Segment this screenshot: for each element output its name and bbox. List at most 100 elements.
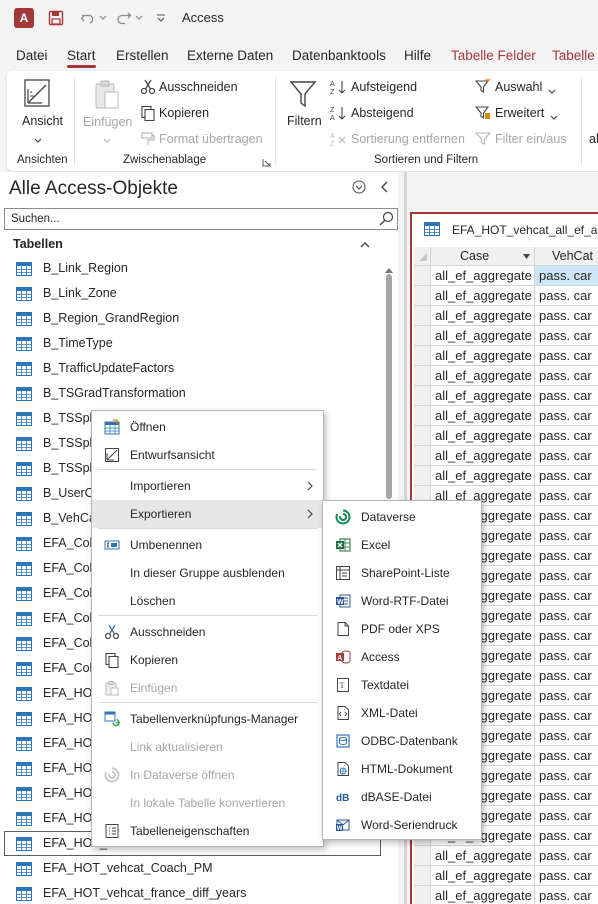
row-selector[interactable]	[414, 466, 431, 486]
cell-vehcat[interactable]: pass. car	[535, 726, 598, 746]
export-item-pdf-oder-xps[interactable]: PDF oder XPS	[323, 615, 481, 643]
tab-datei[interactable]: Datei	[16, 48, 48, 63]
cell-vehcat[interactable]: pass. car	[535, 626, 598, 646]
sort-ascending-icon[interactable]: AZ	[330, 79, 348, 98]
view-icon[interactable]	[22, 77, 52, 112]
cell-vehcat[interactable]: pass. car	[535, 686, 598, 706]
tab-tabelle[interactable]: Tabelle	[552, 48, 595, 63]
copy-icon[interactable]	[140, 105, 156, 124]
menu-item-tabelleneigenschaften[interactable]: Tabelleneigenschaften	[92, 817, 323, 845]
row-selector[interactable]	[414, 266, 431, 286]
save-icon[interactable]	[46, 8, 66, 28]
section-header-tabellen[interactable]: Tabellen	[13, 237, 63, 251]
nav-menu-dropdown-icon[interactable]	[352, 180, 366, 197]
cell-case[interactable]: all_ef_aggregate	[431, 446, 535, 466]
nav-table-item[interactable]: B_TrafficUpdateFactors	[0, 356, 382, 381]
menu-item-löschen[interactable]: Löschen	[92, 587, 323, 615]
nav-pane-title[interactable]: Alle Access-Objekte	[9, 178, 178, 200]
scroll-thumb[interactable]	[386, 274, 392, 499]
cell-case[interactable]: all_ef_aggregate	[431, 886, 535, 904]
selection-button[interactable]: Auswahl	[495, 80, 542, 94]
search-icon[interactable]	[378, 211, 394, 230]
menu-item-importieren[interactable]: Importieren	[92, 472, 323, 500]
nav-table-item[interactable]: B_TimeType	[0, 331, 382, 356]
selection-filter-icon[interactable]	[474, 78, 491, 97]
filter-button-label[interactable]: Filtern	[287, 114, 322, 128]
table-row[interactable]: all_ef_aggregate pass. car	[414, 386, 598, 406]
cell-vehcat[interactable]: pass. car	[535, 646, 598, 666]
cell-vehcat[interactable]: pass. car	[535, 826, 598, 846]
column-header-vehcat[interactable]: VehCat	[535, 247, 598, 266]
table-row[interactable]: all_ef_aggregate pass. car	[414, 446, 598, 466]
cell-vehcat[interactable]: pass. car	[535, 326, 598, 346]
row-selector[interactable]	[414, 406, 431, 426]
tab-hilfe[interactable]: Hilfe	[404, 48, 431, 63]
search-input[interactable]: Suchen...	[4, 208, 398, 230]
row-selector[interactable]	[414, 326, 431, 346]
nav-table-item[interactable]: EFA_HOT_vehcat_Coach_PM	[0, 856, 382, 881]
row-selector[interactable]	[414, 886, 431, 904]
column-header-case[interactable]: Case	[431, 247, 535, 266]
export-item-word-seriendruck[interactable]: W Word-Seriendruck	[323, 811, 481, 839]
cell-vehcat[interactable]: pass. car	[535, 346, 598, 366]
row-selector[interactable]	[414, 446, 431, 466]
cell-case[interactable]: all_ef_aggregate	[431, 286, 535, 306]
cell-vehcat[interactable]: pass. car	[535, 266, 598, 286]
table-row[interactable]: all_ef_aggregate pass. car	[414, 846, 598, 866]
cell-vehcat[interactable]: pass. car	[535, 406, 598, 426]
cell-vehcat[interactable]: pass. car	[535, 866, 598, 886]
shutter-bar-close-icon[interactable]	[380, 181, 390, 196]
export-item-word-rtf-datei[interactable]: W Word-RTF-Datei	[323, 587, 481, 615]
sort-descending-icon[interactable]: ZA	[330, 105, 348, 124]
cell-vehcat[interactable]: pass. car	[535, 526, 598, 546]
cell-vehcat[interactable]: pass. car	[535, 486, 598, 506]
cell-case[interactable]: all_ef_aggregate	[431, 306, 535, 326]
tab-start[interactable]: Start	[67, 48, 96, 68]
cell-vehcat[interactable]: pass. car	[535, 306, 598, 326]
table-row[interactable]: all_ef_aggregate pass. car	[414, 326, 598, 346]
export-item-dataverse[interactable]: Dataverse	[323, 503, 481, 531]
cell-case[interactable]: all_ef_aggregate	[431, 406, 535, 426]
table-row[interactable]: all_ef_aggregate pass. car	[414, 466, 598, 486]
table-row[interactable]: all_ef_aggregate pass. car	[414, 426, 598, 446]
menu-item-ausschneiden[interactable]: Ausschneiden	[92, 618, 323, 646]
table-row[interactable]: all_ef_aggregate pass. car	[414, 286, 598, 306]
collapse-section-icon[interactable]	[360, 238, 370, 252]
row-selector[interactable]	[414, 286, 431, 306]
advanced-button[interactable]: Erweitert	[495, 106, 544, 120]
sort-ascending-button[interactable]: Aufsteigend	[351, 80, 417, 94]
nav-table-item[interactable]: B_Link_Region	[0, 256, 382, 281]
clipboard-launcher-icon[interactable]	[262, 156, 271, 170]
cell-vehcat[interactable]: pass. car	[535, 846, 598, 866]
nav-table-item[interactable]: B_Region_GrandRegion	[0, 306, 382, 331]
row-selector[interactable]	[414, 386, 431, 406]
tab-erstellen[interactable]: Erstellen	[116, 48, 169, 63]
cell-case[interactable]: all_ef_aggregate	[431, 266, 535, 286]
export-item-sharepoint-liste[interactable]: SharePoint-Liste	[323, 559, 481, 587]
export-item-excel[interactable]: Excel	[323, 531, 481, 559]
selection-dropdown-icon[interactable]	[548, 84, 556, 98]
row-selector[interactable]	[414, 306, 431, 326]
cell-vehcat[interactable]: pass. car	[535, 366, 598, 386]
tab-datenbanktools[interactable]: Datenbanktools	[292, 48, 386, 63]
sort-descending-button[interactable]: Absteigend	[351, 106, 414, 120]
advanced-dropdown-icon[interactable]	[550, 110, 558, 124]
advanced-filter-icon[interactable]	[474, 104, 491, 123]
menu-item-kopieren[interactable]: Kopieren	[92, 646, 323, 674]
cell-vehcat[interactable]: pass. car	[535, 566, 598, 586]
row-selector[interactable]	[414, 426, 431, 446]
row-selector[interactable]	[414, 346, 431, 366]
redo-dropdown-icon[interactable]	[134, 8, 144, 28]
cell-case[interactable]: all_ef_aggregate	[431, 846, 535, 866]
export-item-textdatei[interactable]: T Textdatei	[323, 671, 481, 699]
select-all-cell[interactable]	[414, 247, 431, 266]
cell-vehcat[interactable]: pass. car	[535, 426, 598, 446]
table-row[interactable]: all_ef_aggregate pass. car	[414, 266, 598, 286]
tab-externe-daten[interactable]: Externe Daten	[187, 48, 273, 63]
row-selector[interactable]	[414, 846, 431, 866]
menu-item-umbenennen[interactable]: Umbenennen	[92, 531, 323, 559]
cell-vehcat[interactable]: pass. car	[535, 606, 598, 626]
cell-case[interactable]: all_ef_aggregate	[431, 366, 535, 386]
menu-item-öffnen[interactable]: Öffnen	[92, 413, 323, 441]
row-selector[interactable]	[414, 366, 431, 386]
